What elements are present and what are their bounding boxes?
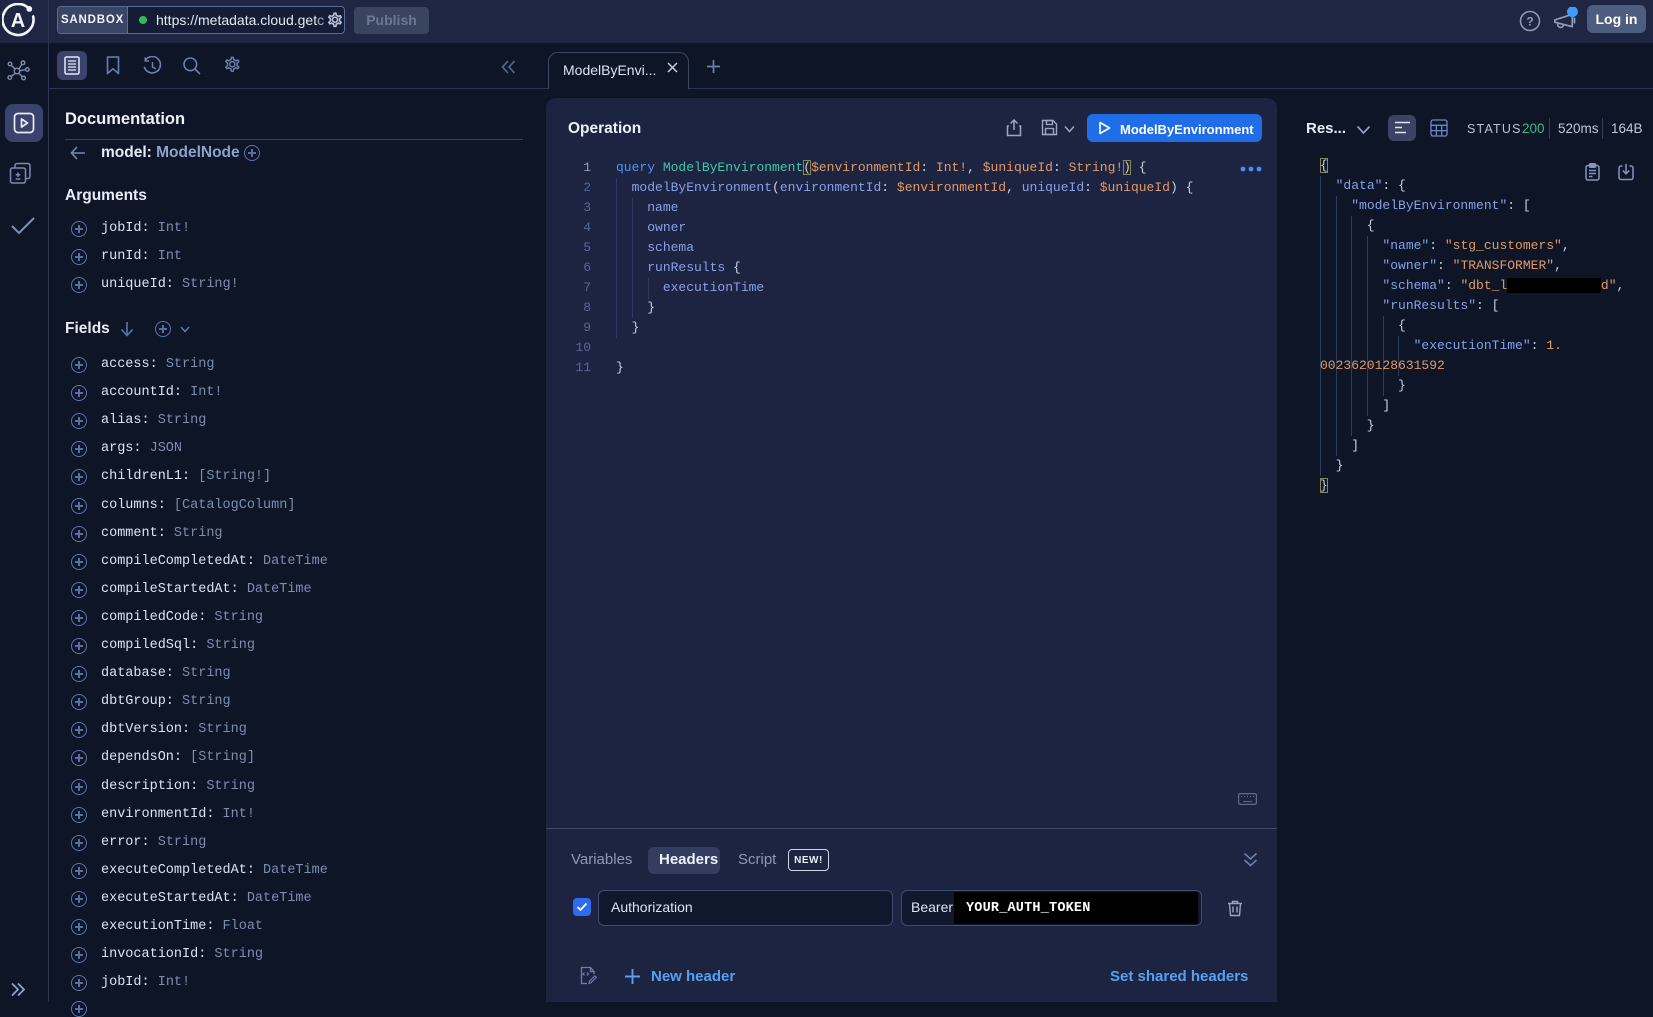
svg-text:?: ? xyxy=(1526,15,1533,29)
svg-text:A: A xyxy=(11,10,25,32)
